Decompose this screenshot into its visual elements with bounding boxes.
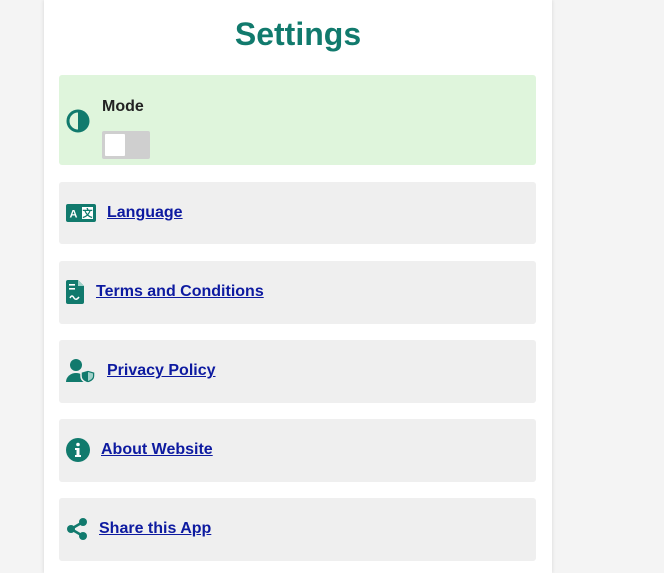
share-icon [67,518,87,540]
mode-toggle[interactable] [102,131,150,159]
svg-text:文: 文 [83,207,94,220]
settings-item-language[interactable]: A 文 Language [59,182,536,244]
document-icon [66,280,84,304]
contrast-icon [66,109,90,133]
language-icon: A 文 [66,204,96,222]
page-title: Settings [234,16,362,52]
terms-link[interactable]: Terms and Conditions [96,282,264,302]
toggle-knob [105,134,125,156]
svg-text:A: A [70,209,78,221]
mode-card: Mode [59,75,536,165]
info-icon [66,438,90,462]
settings-item-privacy[interactable]: Privacy Policy [59,340,536,403]
settings-item-share[interactable]: Share this App [59,498,536,561]
about-link[interactable]: About Website [101,440,213,460]
user-shield-icon [66,359,96,383]
share-link[interactable]: Share this App [99,519,211,539]
settings-panel: Settings Mode A 文 Language Terms and Con… [44,0,552,573]
language-link[interactable]: Language [107,203,183,223]
settings-item-terms[interactable]: Terms and Conditions [59,261,536,324]
mode-label: Mode [102,98,144,115]
settings-item-about[interactable]: About Website [59,419,536,482]
privacy-link[interactable]: Privacy Policy [107,361,216,381]
